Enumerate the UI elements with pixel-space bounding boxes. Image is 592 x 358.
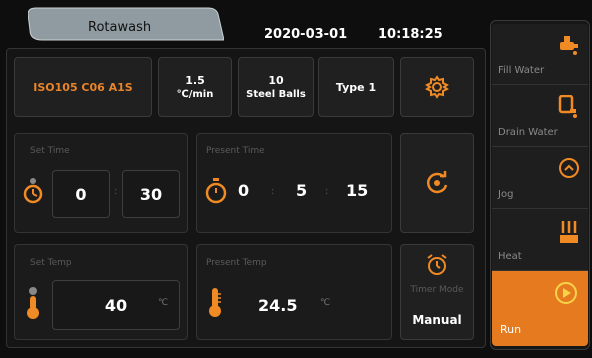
heating-rate-button[interactable]: 1.5 ℃/min [158, 57, 232, 117]
set-temp-label: Set Temp [30, 258, 72, 268]
sidebar-item-heat[interactable]: Heat [492, 208, 588, 270]
fill-water-label: Fill Water [498, 65, 545, 76]
run-label: Run [500, 323, 522, 336]
present-time-seconds: 15 [346, 181, 369, 200]
stopwatch-icon [204, 178, 228, 204]
heat-label: Heat [498, 251, 522, 262]
present-temp-value: 24.5 [258, 296, 298, 315]
thermometer-fire-icon [24, 286, 42, 320]
date-display: 2020-03-01 [264, 27, 348, 42]
play-icon [554, 281, 578, 305]
present-temp-unit: ℃ [320, 298, 331, 308]
type-button[interactable]: Type 1 [318, 57, 394, 117]
settings-button[interactable] [400, 57, 474, 117]
gear-icon [425, 75, 449, 99]
jog-label: Jog [498, 189, 514, 200]
header-tab-label: Rotawash [88, 20, 152, 35]
set-time-minutes-field[interactable]: 0 [52, 170, 110, 218]
timer-mode-label: Timer Mode [410, 285, 464, 295]
drain-water-label: Drain Water [498, 127, 558, 138]
steel-balls-value: 10 [268, 74, 284, 87]
present-time-hours: 0 [238, 181, 250, 200]
timer-mode-button[interactable]: Timer Mode Manual [400, 244, 474, 340]
standard-button[interactable]: ISO105 C06 A1S [14, 57, 152, 117]
sidebar-item-fill-water[interactable]: Fill Water [492, 24, 588, 84]
set-temp-unit: ℃ [158, 298, 169, 308]
present-time-minutes: 5 [296, 181, 308, 200]
set-time-seconds-field[interactable]: 30 [122, 170, 180, 218]
present-time-separator-2: : [325, 186, 329, 197]
present-temp-label: Present Temp [206, 258, 267, 268]
set-temp-value: 40 [104, 295, 128, 315]
reset-icon [424, 170, 450, 196]
chevron-up-icon [558, 157, 580, 179]
alarm-clock-icon [425, 253, 449, 277]
steel-balls-button[interactable]: 10 Steel Balls [238, 57, 314, 117]
standard-label: ISO105 C06 A1S [33, 80, 133, 94]
sidebar-item-run[interactable]: Run [492, 270, 588, 346]
timer-mode-value: Manual [412, 313, 462, 327]
steel-balls-unit: Steel Balls [246, 89, 306, 100]
set-time-seconds-value: 30 [139, 184, 163, 204]
sidebar-item-drain-water[interactable]: Drain Water [492, 84, 588, 146]
type-label: Type 1 [335, 80, 377, 94]
time-display: 10:18:25 [378, 27, 443, 42]
set-time-minutes-value: 0 [75, 184, 87, 204]
reset-timer-button[interactable] [400, 133, 474, 233]
set-time-label: Set Time [30, 146, 70, 156]
drain-icon [558, 95, 580, 119]
timer-icon [22, 176, 44, 206]
thermometer-icon [208, 288, 222, 318]
present-time-separator-1: : [271, 186, 275, 197]
present-time-label: Present Time [206, 146, 265, 156]
sidebar-item-jog[interactable]: Jog [492, 146, 588, 208]
set-time-separator: : [114, 186, 118, 197]
heater-icon [558, 219, 580, 245]
header-tab[interactable]: Rotawash [27, 6, 225, 42]
heating-rate-value: 1.5 [185, 74, 205, 87]
heating-rate-unit: ℃/min [176, 89, 214, 100]
water-tap-icon [558, 34, 580, 56]
